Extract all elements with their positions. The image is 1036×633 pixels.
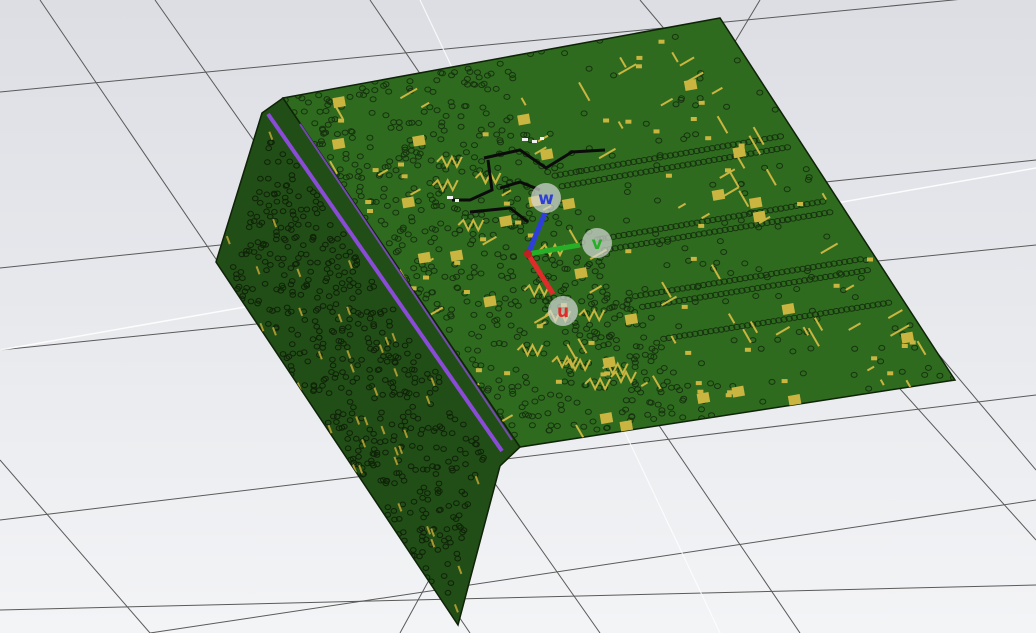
- v-axis-label: v: [591, 234, 602, 254]
- copper-pad: [454, 260, 461, 265]
- copper-pad: [653, 129, 660, 134]
- copper-pad-large: [483, 295, 497, 308]
- copper-pad: [555, 379, 562, 384]
- w-axis-label: w: [538, 189, 554, 209]
- copper-pad-large: [599, 412, 614, 425]
- copper-pad: [625, 249, 632, 254]
- copper-pad: [401, 174, 408, 179]
- copper-pad-large: [731, 385, 745, 398]
- copper-pad-large: [711, 188, 726, 201]
- copper-pad: [658, 39, 665, 44]
- copper-pad: [635, 64, 642, 69]
- copper-pad-large: [574, 267, 588, 280]
- copper-pad: [398, 162, 404, 167]
- copper-pad: [705, 136, 712, 141]
- copper-pad: [725, 168, 731, 173]
- copper-pad-large: [624, 313, 639, 326]
- copper-pad-large: [449, 249, 464, 262]
- copper-pad: [603, 118, 610, 123]
- copper-pad: [698, 223, 705, 228]
- u-axis-label: u: [557, 302, 569, 322]
- copper-pad: [797, 202, 804, 206]
- copper-pad-large: [732, 146, 747, 159]
- copper-pad: [482, 132, 489, 137]
- copper-pad: [725, 393, 732, 398]
- copper-pad-large: [332, 96, 346, 109]
- copper-pad-large: [499, 215, 513, 228]
- copper-pad-large: [412, 134, 426, 147]
- copper-pad: [536, 324, 543, 329]
- copper-pad: [871, 356, 878, 361]
- copper-pad: [685, 350, 692, 355]
- copper-pad-large: [331, 137, 346, 150]
- copper-pad: [365, 200, 372, 204]
- copper-pad: [367, 209, 373, 213]
- copper-pad-large: [683, 79, 698, 91]
- copper-pad-large: [900, 331, 915, 344]
- copper-pad: [681, 304, 688, 309]
- copper-pad-large: [748, 196, 763, 209]
- copper-pad: [901, 344, 908, 348]
- copper-pad: [588, 340, 595, 345]
- copper-pad: [781, 379, 788, 384]
- copper-pad: [515, 220, 522, 225]
- copper-pad: [695, 381, 702, 386]
- copper-pad-large: [561, 197, 576, 210]
- scene-canvas[interactable]: w v u: [0, 0, 1036, 633]
- copper-pad: [423, 275, 429, 280]
- triad-origin: [524, 250, 532, 258]
- copper-pad: [698, 100, 705, 105]
- copper-pad: [625, 119, 632, 124]
- copper-pad: [463, 290, 470, 294]
- 3d-viewport[interactable]: w v u: [0, 0, 1036, 633]
- copper-pad-large: [401, 196, 416, 209]
- copper-pad: [887, 371, 894, 376]
- copper-pad-large: [781, 303, 796, 315]
- copper-pad: [372, 168, 379, 173]
- copper-pad-large: [696, 392, 711, 404]
- copper-pad: [738, 143, 745, 148]
- copper-pad: [604, 371, 611, 376]
- copper-pad: [690, 256, 697, 261]
- copper-pad: [636, 55, 643, 60]
- copper-pad: [503, 201, 510, 206]
- copper-pad: [504, 371, 511, 376]
- copper-pad: [744, 347, 751, 352]
- copper-pad: [867, 257, 873, 262]
- copper-pad: [833, 283, 840, 288]
- copper-pad: [338, 118, 345, 123]
- copper-pad: [480, 237, 487, 242]
- copper-pad: [690, 117, 697, 121]
- copper-pad: [475, 368, 482, 373]
- copper-pad: [665, 173, 672, 178]
- copper-pad-large: [517, 113, 531, 126]
